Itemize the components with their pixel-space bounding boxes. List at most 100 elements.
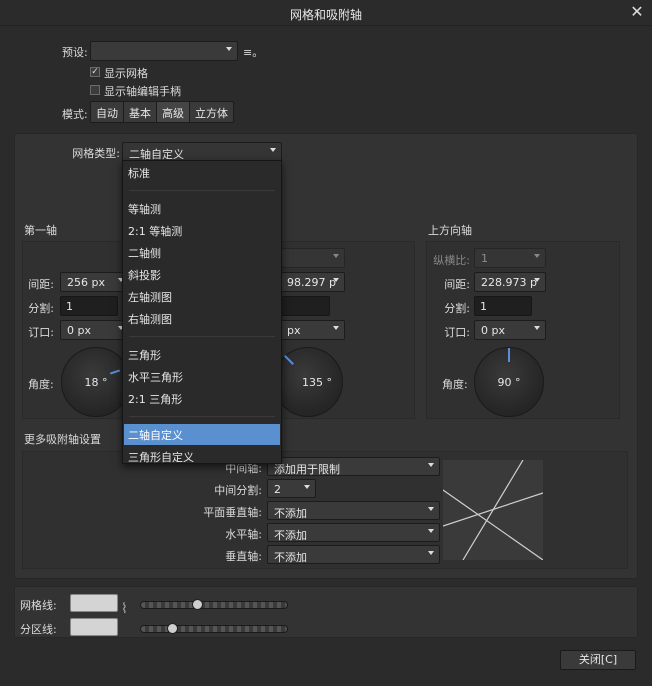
menu-item[interactable]: 三角形自定义: [124, 446, 280, 467]
snap-section-title: 更多吸附轴设置: [24, 433, 101, 446]
up-axis-spacing-label: 间距:: [444, 278, 470, 291]
chevron-down-icon: [428, 463, 434, 467]
grid-type-dropdown[interactable]: 二轴自定义: [122, 142, 282, 161]
chevron-down-icon: [333, 278, 339, 282]
chevron-down-icon: [428, 551, 434, 555]
vertical-axis-dropdown[interactable]: 不添加: [267, 545, 440, 564]
up-axis-aspect-value: 1: [481, 252, 488, 265]
grid-line-opacity-slider[interactable]: [140, 601, 288, 609]
grid-line-color-swatch[interactable]: [70, 594, 118, 612]
tab-advanced[interactable]: 高级: [157, 102, 190, 122]
grid-type-label: 网格类型:: [72, 147, 120, 160]
plane-vertical-axis-dropdown[interactable]: 不添加: [267, 501, 440, 520]
menu-item[interactable]: 右轴测图: [124, 308, 280, 329]
axis1-gutter-label: 订口:: [28, 326, 54, 339]
mode-label: 模式:: [62, 108, 88, 121]
up-axis-spacing-value: 228.973 p: [481, 276, 537, 289]
axis2-spacing-value: 98.297 p: [287, 276, 336, 289]
tab-basic[interactable]: 基本: [124, 102, 157, 122]
chevron-down-icon: [428, 507, 434, 511]
title-bar: 网格和吸附轴 ✕: [0, 0, 652, 26]
axis2-divisions-input[interactable]: [280, 296, 330, 316]
close-icon[interactable]: ✕: [628, 3, 646, 21]
axis2-gutter-value: px: [287, 324, 301, 337]
axis2-angle-dial[interactable]: 135 °: [273, 347, 343, 417]
close-button[interactable]: 关闭[C]: [560, 650, 636, 670]
axis1-title: 第一轴: [24, 224, 57, 237]
sub-line-color-swatch[interactable]: [70, 618, 118, 636]
menu-item[interactable]: 左轴测图: [124, 286, 280, 307]
show-grid-checkbox[interactable]: ✓: [90, 67, 100, 77]
up-axis-gutter-input[interactable]: 0 px: [474, 320, 546, 340]
up-axis-gutter-label: 订口:: [444, 326, 470, 339]
link-icon[interactable]: ⌇: [121, 602, 128, 616]
menu-item[interactable]: 二轴自定义: [124, 424, 280, 445]
menu-item[interactable]: 三角形: [124, 344, 280, 365]
axis2-spacing-input[interactable]: 98.297 p: [280, 272, 345, 292]
axis1-angle-value: 18 °: [84, 376, 108, 389]
show-grid-label: 显示网格: [104, 67, 148, 80]
axis1-gutter-value: 0 px: [67, 324, 91, 337]
sub-line-opacity-slider[interactable]: [140, 625, 288, 633]
chevron-down-icon: [304, 485, 310, 489]
axis1-spacing-label: 间距:: [28, 278, 54, 291]
axis1-spacing-input[interactable]: 256 px: [60, 272, 130, 292]
menu-item[interactable]: 标准: [124, 162, 280, 183]
preset-label: 预设:: [62, 46, 88, 59]
axis2-angle-value: 135 °: [302, 376, 332, 389]
menu-item[interactable]: 斜投影: [124, 264, 280, 285]
plane-vertical-axis-label: 平面垂直轴:: [203, 506, 262, 519]
middle-divisions-dropdown[interactable]: 2: [267, 479, 316, 498]
axis1-spacing-value: 256 px: [67, 276, 105, 289]
chevron-down-icon: [428, 529, 434, 533]
preset-menu-icon[interactable]: ≡。: [243, 44, 263, 60]
middle-divisions-value: 2: [274, 483, 281, 496]
menu-item[interactable]: 2:1 等轴测: [124, 220, 280, 241]
up-axis-aspect-label: 纵横比:: [433, 254, 470, 267]
chevron-down-icon: [534, 326, 540, 330]
chevron-down-icon: [333, 326, 339, 330]
middle-axis-dropdown[interactable]: 添加用于限制: [267, 457, 440, 476]
axis1-divisions-input[interactable]: 1: [60, 296, 118, 316]
up-axis-divisions-label: 分割:: [444, 302, 470, 315]
preset-dropdown[interactable]: [90, 41, 238, 61]
menu-separator: [129, 336, 275, 337]
window-title: 网格和吸附轴: [289, 8, 362, 22]
sub-line-label: 分区线:: [20, 623, 57, 636]
menu-item[interactable]: 等轴测: [124, 198, 280, 219]
show-axis-handles-checkbox[interactable]: [90, 85, 100, 95]
chevron-down-icon: [270, 148, 276, 152]
axis2-aspect-dropdown[interactable]: [280, 248, 345, 268]
menu-separator: [129, 190, 275, 191]
up-axis-divisions-input[interactable]: 1: [474, 296, 532, 316]
horizontal-axis-value: 不添加: [274, 529, 307, 542]
middle-axis-value: 添加用于限制: [274, 463, 340, 476]
up-axis-spacing-input[interactable]: 228.973 p: [474, 272, 546, 292]
chevron-down-icon: [534, 278, 540, 282]
chevron-down-icon: [226, 47, 232, 51]
tab-auto[interactable]: 自动: [91, 102, 124, 122]
grid-line-opacity-thumb[interactable]: [192, 599, 204, 610]
mode-tabs: 自动 基本 高级 立方体: [90, 101, 234, 123]
chevron-down-icon: [534, 254, 540, 258]
axis1-gutter-input[interactable]: 0 px: [60, 320, 130, 340]
vertical-axis-label: 垂直轴:: [225, 550, 262, 563]
menu-item[interactable]: 2:1 三角形: [124, 388, 280, 409]
axis1-angle-dial[interactable]: 18 °: [61, 347, 131, 417]
show-axis-handles-label: 显示轴编辑手柄: [104, 85, 181, 98]
axis1-divisions-label: 分割:: [28, 302, 54, 315]
grid-type-menu: 标准等轴测 2:1 等轴测 二轴侧 斜投影 左轴测图 右轴测图三角形 水平三角形 2:1 三角…: [122, 160, 282, 464]
chevron-down-icon: [333, 254, 339, 258]
horizontal-axis-dropdown[interactable]: 不添加: [267, 523, 440, 542]
menu-item[interactable]: 水平三角形: [124, 366, 280, 387]
axis1-angle-label: 角度:: [28, 378, 54, 391]
up-axis-title: 上方向轴: [428, 224, 472, 237]
up-axis-aspect-dropdown[interactable]: 1: [474, 248, 546, 268]
vertical-axis-value: 不添加: [274, 551, 307, 564]
tab-cube[interactable]: 立方体: [190, 102, 233, 122]
axis2-gutter-input[interactable]: px: [280, 320, 345, 340]
grid-preview: [443, 460, 543, 560]
up-axis-gutter-value: 0 px: [481, 324, 505, 337]
menu-item[interactable]: 二轴侧: [124, 242, 280, 263]
horizontal-axis-label: 水平轴:: [225, 528, 262, 541]
